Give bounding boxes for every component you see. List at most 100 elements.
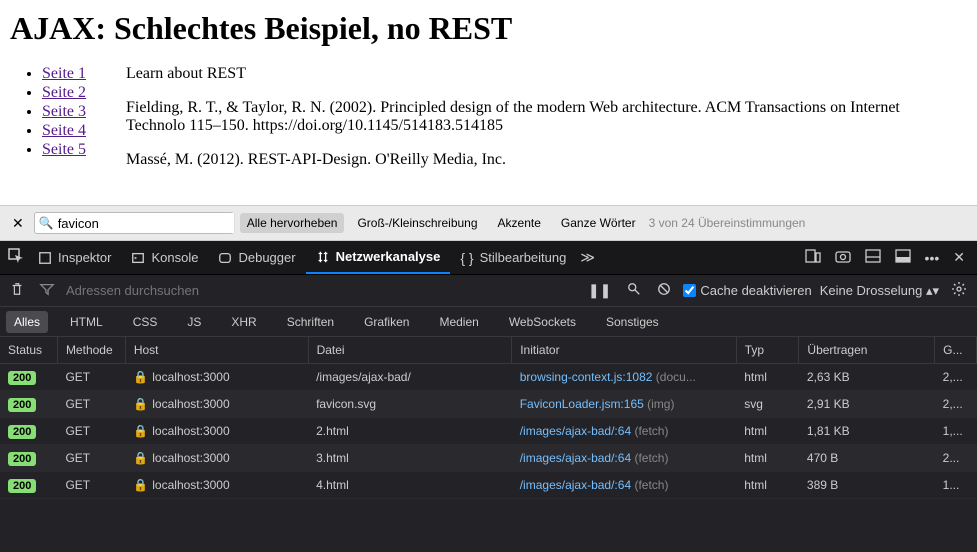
pause-icon[interactable]: ❚❚ bbox=[584, 278, 615, 303]
th-host[interactable]: Host bbox=[125, 337, 308, 364]
type-xhr[interactable]: XHR bbox=[223, 311, 264, 333]
cell-size: 1... bbox=[935, 472, 977, 499]
cell-size: 1,... bbox=[935, 418, 977, 445]
find-whole-words[interactable]: Ganze Wörter bbox=[554, 213, 643, 233]
cell-method: GET bbox=[57, 418, 125, 445]
trash-icon[interactable] bbox=[6, 278, 28, 303]
cell-file: 2.html bbox=[308, 418, 512, 445]
throttle-select[interactable]: Keine Drosselung ▴▾ bbox=[820, 283, 939, 299]
tab-network[interactable]: Netzwerkanalyse bbox=[306, 241, 451, 274]
cell-host: 🔒localhost:3000 bbox=[125, 364, 308, 391]
responsive-icon[interactable] bbox=[801, 245, 825, 270]
lock-icon: 🔒 bbox=[133, 478, 148, 492]
cell-size: 2,... bbox=[935, 391, 977, 418]
status-badge: 200 bbox=[8, 479, 36, 493]
th-type[interactable]: Typ bbox=[736, 337, 799, 364]
tab-style[interactable]: { } Stilbearbeitung bbox=[450, 241, 576, 274]
th-transferred[interactable]: Übertragen bbox=[799, 337, 935, 364]
cell-method: GET bbox=[57, 472, 125, 499]
cell-size: 2,... bbox=[935, 364, 977, 391]
type-css[interactable]: CSS bbox=[125, 311, 166, 333]
cell-transferred: 2,63 KB bbox=[799, 364, 935, 391]
find-bar: ✕ 🔍 ∧ ∨ Alle hervorheben Groß-/Kleinschr… bbox=[0, 205, 977, 241]
search-icon: 🔍 bbox=[35, 216, 58, 230]
th-status[interactable]: Status bbox=[0, 337, 57, 364]
table-row[interactable]: 200GET🔒localhost:30003.html/images/ajax-… bbox=[0, 445, 977, 472]
element-picker-icon[interactable] bbox=[4, 244, 28, 271]
type-all[interactable]: Alles bbox=[6, 311, 48, 333]
cell-initiator: /images/ajax-bad/:64 (fetch) bbox=[512, 445, 737, 472]
cell-transferred: 470 B bbox=[799, 445, 935, 472]
page-nav: Seite 1 Seite 2 Seite 3 Seite 4 Seite 5 bbox=[42, 65, 86, 185]
block-icon[interactable] bbox=[653, 278, 675, 303]
cache-checkbox[interactable] bbox=[683, 284, 696, 297]
network-filter-input[interactable] bbox=[66, 283, 576, 298]
cell-type: html bbox=[736, 418, 799, 445]
cell-size: 2... bbox=[935, 445, 977, 472]
table-row[interactable]: 200GET🔒localhost:30002.html/images/ajax-… bbox=[0, 418, 977, 445]
nav-link-1[interactable]: Seite 1 bbox=[42, 65, 86, 82]
devtools-tabs: Inspektor Konsole Debugger Netzwerkanaly… bbox=[0, 241, 977, 275]
th-initiator[interactable]: Initiator bbox=[512, 337, 737, 364]
nav-link-5[interactable]: Seite 5 bbox=[42, 141, 86, 158]
type-images[interactable]: Grafiken bbox=[356, 311, 417, 333]
type-js[interactable]: JS bbox=[179, 311, 209, 333]
status-badge: 200 bbox=[8, 425, 36, 439]
cell-file: favicon.svg bbox=[308, 391, 512, 418]
find-input[interactable] bbox=[58, 213, 234, 233]
tab-inspector[interactable]: Inspektor bbox=[28, 241, 121, 274]
tab-debugger[interactable]: Debugger bbox=[208, 241, 305, 274]
devtools-close-icon[interactable]: ✕ bbox=[949, 245, 969, 270]
table-row[interactable]: 200GET🔒localhost:3000/images/ajax-bad/br… bbox=[0, 364, 977, 391]
more-tabs-icon[interactable]: ≫ bbox=[576, 245, 599, 270]
status-badge: 200 bbox=[8, 398, 36, 412]
type-media[interactable]: Medien bbox=[431, 311, 486, 333]
filter-icon[interactable] bbox=[34, 278, 60, 303]
type-html[interactable]: HTML bbox=[62, 311, 111, 333]
th-file[interactable]: Datei bbox=[308, 337, 512, 364]
type-fonts[interactable]: Schriften bbox=[279, 311, 342, 333]
para-2: Fielding, R. T., & Taylor, R. N. (2002).… bbox=[126, 99, 956, 135]
lock-icon: 🔒 bbox=[133, 451, 148, 465]
kebab-icon[interactable]: ••• bbox=[921, 246, 944, 270]
cell-transferred: 1,81 KB bbox=[799, 418, 935, 445]
page-title: AJAX: Schlechtes Beispiel, no REST bbox=[10, 10, 967, 47]
th-method[interactable]: Methode bbox=[57, 337, 125, 364]
braces-icon: { } bbox=[460, 250, 473, 266]
console-split-icon[interactable] bbox=[861, 245, 885, 270]
dock-icon[interactable] bbox=[891, 245, 915, 270]
cell-file: 3.html bbox=[308, 445, 512, 472]
cell-transferred: 2,91 KB bbox=[799, 391, 935, 418]
network-type-filters: Alles HTML CSS JS XHR Schriften Grafiken… bbox=[0, 307, 977, 337]
cache-disable-toggle[interactable]: Cache deaktivieren bbox=[683, 283, 811, 298]
find-accents[interactable]: Akzente bbox=[491, 213, 548, 233]
find-highlight-all[interactable]: Alle hervorheben bbox=[240, 213, 345, 233]
cell-type: svg bbox=[736, 391, 799, 418]
tab-console[interactable]: Konsole bbox=[121, 241, 208, 274]
para-3: Massé, M. (2012). REST-API-Design. O'Rei… bbox=[126, 151, 956, 169]
status-badge: 200 bbox=[8, 371, 36, 385]
find-count: 3 von 24 Übereinstimmungen bbox=[649, 216, 806, 230]
nav-link-4[interactable]: Seite 4 bbox=[42, 122, 86, 139]
nav-link-2[interactable]: Seite 2 bbox=[42, 84, 86, 101]
camera-icon[interactable] bbox=[831, 245, 855, 270]
lock-icon: 🔒 bbox=[133, 370, 148, 384]
type-other[interactable]: Sonstiges bbox=[598, 311, 667, 333]
cell-initiator: browsing-context.js:1082 (docu... bbox=[512, 364, 737, 391]
close-icon[interactable]: ✕ bbox=[8, 213, 28, 234]
gear-icon[interactable] bbox=[947, 277, 971, 304]
find-match-case[interactable]: Groß-/Kleinschreibung bbox=[350, 213, 484, 233]
cell-type: html bbox=[736, 445, 799, 472]
nav-link-3[interactable]: Seite 3 bbox=[42, 103, 86, 120]
cell-type: html bbox=[736, 364, 799, 391]
table-row[interactable]: 200GET🔒localhost:3000favicon.svgFaviconL… bbox=[0, 391, 977, 418]
cell-method: GET bbox=[57, 391, 125, 418]
type-ws[interactable]: WebSockets bbox=[501, 311, 584, 333]
cell-initiator: FaviconLoader.jsm:165 (img) bbox=[512, 391, 737, 418]
chevron-icon: ▴▾ bbox=[926, 283, 939, 298]
table-row[interactable]: 200GET🔒localhost:30004.html/images/ajax-… bbox=[0, 472, 977, 499]
page-content: AJAX: Schlechtes Beispiel, no REST Seite… bbox=[0, 0, 977, 205]
cell-host: 🔒localhost:3000 bbox=[125, 418, 308, 445]
search-icon[interactable] bbox=[623, 278, 645, 303]
th-size[interactable]: G... bbox=[935, 337, 977, 364]
